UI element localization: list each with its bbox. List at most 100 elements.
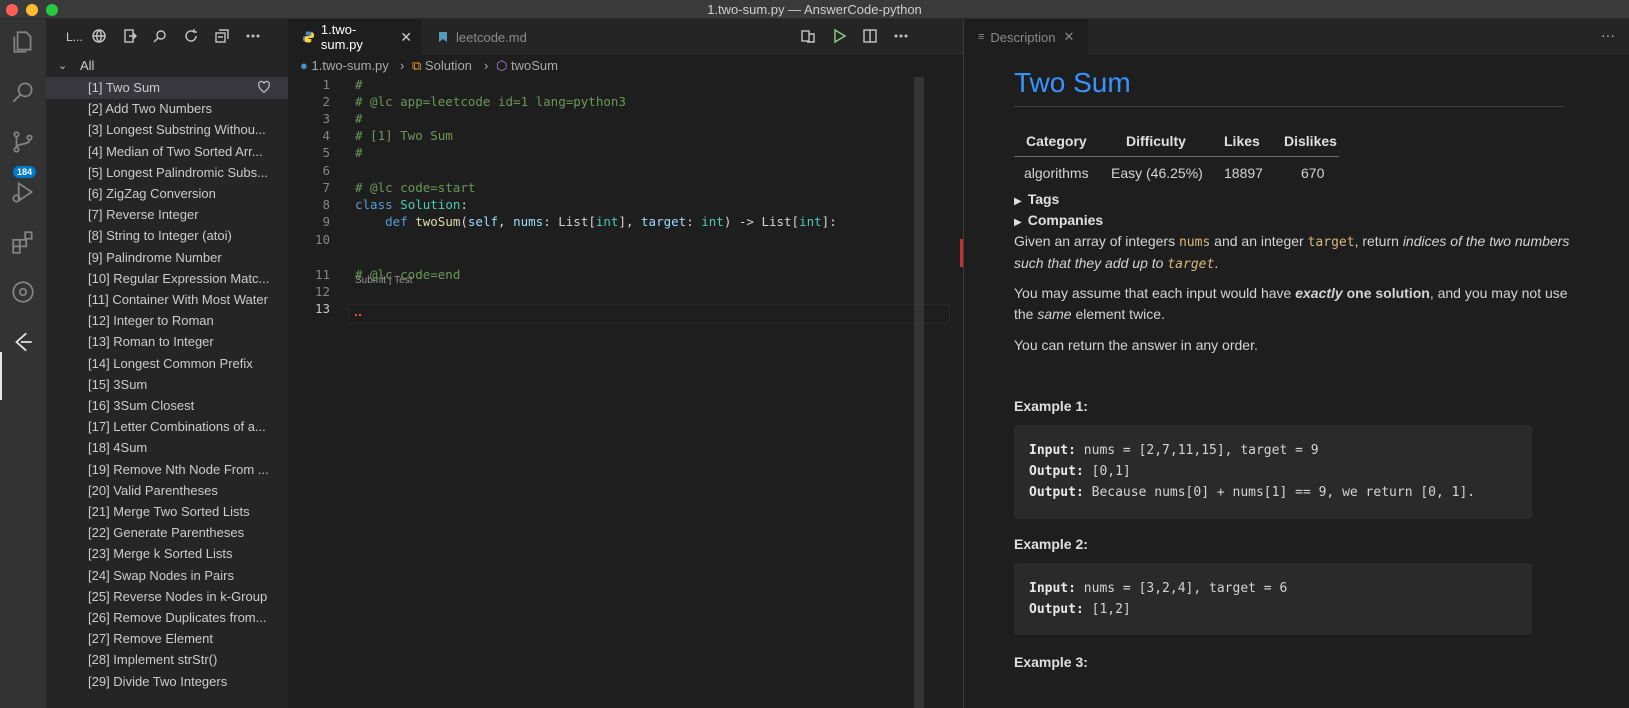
- tab-leetcode-md[interactable]: leetcode.md: [422, 19, 554, 55]
- leetcode-icon[interactable]: [5, 324, 41, 360]
- sidebar-problem-item[interactable]: [8] String to Integer (atoi): [46, 225, 288, 247]
- sidebar-problem-item[interactable]: [14] Longest Common Prefix: [46, 353, 288, 375]
- problem-label: [11] Container With Most Water: [88, 292, 268, 307]
- breadcrumb-separator: ›: [400, 58, 405, 73]
- line-number: 6: [322, 163, 330, 178]
- sidebar-problem-item[interactable]: [1] Two Sum: [46, 77, 288, 99]
- sidebar-problem-item[interactable]: [19] Remove Nth Node From ...: [46, 459, 288, 481]
- sidebar-problem-item[interactable]: [26] Remove Duplicates from...: [46, 607, 288, 629]
- run-file-icon[interactable]: [831, 28, 849, 46]
- run-debug-icon[interactable]: [5, 174, 41, 210]
- sidebar-problem-item[interactable]: [27] Remove Element: [46, 628, 288, 650]
- companies-toggle[interactable]: ▶ Companies: [1014, 212, 1103, 228]
- breadcrumb-class[interactable]: ⧉ Solution: [412, 58, 472, 74]
- more-actions-icon[interactable]: [245, 28, 263, 46]
- keyword-token: class: [355, 197, 393, 212]
- problem-label: [23] Merge k Sorted Lists: [88, 546, 233, 562]
- sign-in-icon[interactable]: [122, 28, 140, 46]
- param-token: target: [641, 214, 687, 229]
- problem-label: [9] Palindrome Number: [88, 249, 222, 265]
- problem-label: [27] Remove Element: [88, 631, 214, 647]
- table-cell-likes: 18897: [1224, 165, 1263, 181]
- markdown-file-icon: [439, 32, 447, 42]
- more-actions-icon[interactable]: ···: [1601, 27, 1615, 43]
- close-tab-icon[interactable]: ✕: [1063, 29, 1074, 45]
- code-line: #: [355, 145, 363, 160]
- chevron-down-icon: ⌄: [58, 60, 68, 72]
- sidebar-problem-item[interactable]: [23] Merge k Sorted Lists: [46, 543, 288, 565]
- remote-icon[interactable]: [5, 274, 41, 310]
- breadcrumb-file[interactable]: ● 1.two-sum.py: [300, 58, 389, 73]
- editor-scrollbar[interactable]: [914, 77, 924, 708]
- tab-two-sum[interactable]: 1.two-sum.py ✕: [288, 19, 422, 55]
- sidebar-problem-item[interactable]: [7] Reverse Integer: [46, 204, 288, 226]
- sidebar-problem-item[interactable]: [15] 3Sum: [46, 374, 288, 396]
- search-icon[interactable]: [5, 74, 41, 110]
- sidebar-problem-item[interactable]: [28] Implement strStr(): [46, 649, 288, 671]
- editor-tabbar: 1.two-sum.py ✕ leetcode.md: [288, 19, 963, 55]
- breadcrumb-separator: ›: [484, 58, 489, 73]
- sidebar-problem-item[interactable]: [2] Add Two Numbers: [46, 98, 288, 120]
- value-text: nums = [3,2,4], target = 6: [1075, 581, 1288, 596]
- label-text: Output:: [1029, 602, 1084, 617]
- sidebar-title: L...: [66, 30, 83, 44]
- value-text: [1,2]: [1083, 602, 1131, 617]
- code-editor[interactable]: 1 2 3 4 5 6 7 8 9 10 11 12 13 # # @lc app=leetcode i…: [288, 77, 963, 708]
- sidebar-problem-item[interactable]: [4] Median of Two Sorted Arr...: [46, 141, 288, 163]
- tab-description[interactable]: ≡ Description ✕: [964, 19, 1088, 55]
- open-changes-icon[interactable]: [800, 28, 818, 46]
- split-editor-icon[interactable]: [862, 28, 880, 46]
- example-line: Input: nums = [2,7,11,15], target = 9: [1029, 440, 1517, 461]
- explorer-icon[interactable]: [5, 24, 41, 60]
- error-squiggle: [355, 311, 361, 316]
- punct-token: ],: [618, 214, 642, 229]
- extensions-icon[interactable]: [5, 224, 41, 260]
- sidebar-problem-item[interactable]: [9] Palindrome Number: [46, 247, 288, 269]
- sidebar-problem-item[interactable]: [16] 3Sum Closest: [46, 395, 288, 417]
- sidebar-problem-item[interactable]: [5] Longest Palindromic Subs...: [46, 162, 288, 184]
- problem-label: [18] 4Sum: [88, 440, 148, 456]
- tree-root-all[interactable]: ⌄ All: [46, 55, 288, 77]
- sidebar-problem-item[interactable]: [22] Generate Parentheses: [46, 522, 288, 544]
- close-tab-icon[interactable]: ✕: [400, 29, 412, 46]
- problem-label: [6] ZigZag Conversion: [88, 186, 216, 201]
- label-text: Output:: [1029, 485, 1084, 500]
- sidebar-problem-item[interactable]: [29] Divide Two Integers: [46, 671, 288, 693]
- refresh-icon[interactable]: [183, 28, 201, 46]
- problem-label: [14] Longest Common Prefix: [88, 355, 253, 371]
- code-line: class Solution:: [355, 197, 468, 212]
- sidebar-problem-item[interactable]: [3] Longest Substring Withou...: [46, 119, 288, 141]
- sidebar-problem-item[interactable]: [6] ZigZag Conversion: [46, 183, 288, 205]
- sidebar-problem-item[interactable]: [20] Valid Parentheses: [46, 480, 288, 502]
- example-3-heading: Example 3:: [1014, 654, 1088, 670]
- problem-label: [3] Longest Substring Withou...: [88, 122, 266, 138]
- python-file-icon: [302, 31, 314, 43]
- current-line-highlight: [348, 304, 950, 324]
- editor-more-icon[interactable]: [893, 28, 911, 46]
- sidebar-problem-item[interactable]: [17] Letter Combinations of a...: [46, 416, 288, 438]
- search-problem-icon[interactable]: [152, 28, 170, 46]
- line-number: 4: [322, 128, 330, 143]
- value-text: nums = [2,7,11,15], target = 9: [1075, 443, 1319, 458]
- tags-toggle[interactable]: ▶ Tags: [1014, 191, 1059, 207]
- sidebar-problem-item[interactable]: [25] Reverse Nodes in k-Group: [46, 586, 288, 608]
- line-number: 8: [322, 197, 330, 212]
- globe-icon[interactable]: [91, 28, 109, 46]
- example-2-heading: Example 2:: [1014, 536, 1088, 552]
- method-symbol-icon: ⬡: [496, 58, 508, 73]
- collapse-all-icon[interactable]: [214, 28, 232, 46]
- sidebar-problem-item[interactable]: [21] Merge Two Sorted Lists: [46, 501, 288, 523]
- sidebar-problem-item[interactable]: [11] Container With Most Water: [46, 289, 288, 311]
- problem-label: [2] Add Two Numbers: [88, 101, 213, 117]
- breadcrumb-method[interactable]: ⬡ twoSum: [496, 58, 558, 74]
- sidebar-problem-item[interactable]: [18] 4Sum: [46, 437, 288, 459]
- type-token: int: [701, 214, 724, 229]
- class-token: Solution: [400, 197, 461, 212]
- sidebar-problem-item[interactable]: [12] Integer to Roman: [46, 310, 288, 332]
- source-control-icon[interactable]: [5, 124, 41, 160]
- problem-label: [21] Merge Two Sorted Lists: [88, 504, 250, 519]
- sidebar-problem-item[interactable]: [24] Swap Nodes in Pairs: [46, 565, 288, 587]
- heart-icon[interactable]: [257, 80, 271, 94]
- sidebar-problem-item[interactable]: [13] Roman to Integer: [46, 331, 288, 353]
- sidebar-problem-item[interactable]: [10] Regular Expression Matc...: [46, 268, 288, 290]
